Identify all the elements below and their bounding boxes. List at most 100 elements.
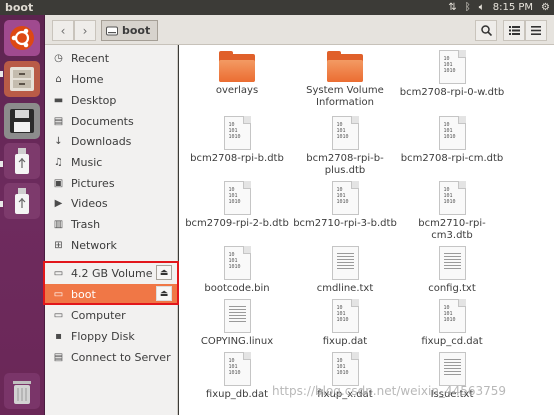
clock-icon: ◷: [54, 52, 63, 64]
music-note-icon: ♫: [54, 156, 63, 168]
sidebar-item-desktop[interactable]: ▬ Desktop: [45, 90, 178, 110]
pictures-icon: ▣: [53, 177, 64, 189]
sidebar-item-music[interactable]: ♫ Music: [45, 152, 178, 172]
file-name: bcm2708-rpi-b.dtb: [190, 153, 284, 164]
menu-button[interactable]: [525, 20, 547, 41]
file-item[interactable]: COPYING.linux: [183, 299, 291, 348]
gear-icon[interactable]: ⚙: [541, 0, 550, 15]
sidebar-item-connect-server[interactable]: ▤ Connect to Server: [45, 347, 178, 367]
file-item[interactable]: 10 101 1010 bcm2710-rpi-cm3.dtb: [398, 181, 506, 242]
active-indicator: [0, 71, 3, 77]
sidebar-item-label: Pictures: [71, 176, 115, 190]
view-toggle-button[interactable]: [503, 20, 525, 41]
drive-icon: [106, 26, 118, 35]
file-item[interactable]: config.txt: [398, 246, 506, 295]
sidebar-item-computer[interactable]: ▭ Computer: [45, 305, 178, 325]
sidebar-item-home[interactable]: ⌂ Home: [45, 69, 178, 89]
usb-drive-launcher-1[interactable]: [4, 143, 40, 179]
header-bar: ‹ › boot: [45, 15, 554, 45]
file-name: fixup_cd.dat: [421, 336, 483, 347]
indicator-area: ⇅ ᛒ 🔈︎ 8:15 PM ⚙: [448, 0, 550, 15]
floppy-launcher[interactable]: [4, 103, 40, 139]
ubuntu-logo-icon: [10, 26, 34, 50]
sidebar-item-recent[interactable]: ◷ Recent: [45, 48, 178, 68]
files-launcher[interactable]: [4, 61, 40, 97]
binary-file-icon: 10 101 1010: [223, 352, 251, 386]
binary-file-icon: 10 101 1010: [438, 116, 466, 150]
sidebar-item-label: Computer: [71, 308, 126, 322]
sidebar-item-label: Home: [71, 72, 104, 86]
sidebar-item-label: Floppy Disk: [71, 329, 135, 343]
sidebar-item-label: Recent: [71, 51, 110, 65]
text-file-icon: [438, 352, 466, 386]
search-icon: [480, 25, 492, 36]
server-icon: ▤: [53, 351, 64, 363]
top-panel: boot ⇅ ᛒ 🔈︎ 8:15 PM ⚙: [0, 0, 554, 15]
trash-icon: [13, 381, 31, 404]
file-name: COPYING.linux: [200, 336, 274, 347]
file-item[interactable]: 10 101 1010 bootcode.bin: [183, 246, 291, 295]
file-name: bcm2708-rpi-cm.dtb: [400, 153, 504, 164]
file-name: bcm2710-rpi-cm3.dtb: [418, 218, 486, 241]
usb-drive-icon: [15, 148, 29, 174]
path-bar-button[interactable]: boot: [101, 20, 159, 41]
sidebar: ◷ Recent ⌂ Home ▬ Desktop ▤ Documents ↓ …: [45, 45, 178, 415]
file-item[interactable]: 10 101 1010 bcm2708-rpi-0-w.dtb: [398, 50, 506, 99]
file-item[interactable]: 10 101 1010 bcm2708-rpi-b-plus.dtb: [291, 116, 399, 177]
file-name: bcm2710-rpi-3-b.dtb: [293, 218, 397, 229]
sidebar-item-label: Desktop: [71, 93, 117, 107]
trash-launcher[interactable]: [4, 373, 40, 409]
folder-icon: [327, 51, 363, 82]
binary-file-icon: 10 101 1010: [438, 50, 466, 84]
file-item[interactable]: 10 101 1010 bcm2708-rpi-cm.dtb: [398, 116, 506, 165]
video-icon: ▶: [54, 197, 63, 209]
file-item[interactable]: 10 101 1010 bcm2710-rpi-3-b.dtb: [291, 181, 399, 230]
file-item[interactable]: overlays: [183, 51, 291, 97]
sidebar-item-label: Trash: [71, 217, 101, 231]
sidebar-item-downloads[interactable]: ↓ Downloads: [45, 131, 178, 151]
file-name: bootcode.bin: [204, 283, 270, 294]
file-item[interactable]: 10 101 1010 bcm2709-rpi-2-b.dtb: [183, 181, 291, 230]
sound-icon[interactable]: 🔈︎: [479, 0, 485, 15]
sidebar-item-label: Downloads: [71, 134, 132, 148]
sidebar-item-documents[interactable]: ▤ Documents: [45, 111, 178, 131]
binary-file-icon: 10 101 1010: [331, 352, 359, 386]
home-icon: ⌂: [55, 73, 62, 85]
path-label: boot: [122, 24, 151, 37]
usb-drive-icon: [15, 188, 29, 214]
network-transfer-icon[interactable]: ⇅: [448, 0, 456, 15]
sidebar-item-label: Connect to Server: [71, 350, 171, 364]
sidebar-item-videos[interactable]: ▶ Videos: [45, 193, 178, 213]
file-item[interactable]: 10 101 1010 fixup_cd.dat: [398, 299, 506, 348]
sidebar-item-network[interactable]: ⊞ Network: [45, 235, 178, 255]
desktop-folder-icon: ▬: [53, 94, 64, 106]
sidebar-item-pictures[interactable]: ▣ Pictures: [45, 173, 178, 193]
back-button[interactable]: ‹: [52, 20, 74, 41]
sidebar-item-floppy[interactable]: ▪ Floppy Disk: [45, 326, 178, 346]
binary-file-icon: 10 101 1010: [331, 299, 359, 333]
floppy-icon: [10, 109, 34, 133]
sidebar-item-trash[interactable]: ▥ Trash: [45, 214, 178, 234]
search-button[interactable]: [475, 20, 497, 41]
highlight-annotation: [43, 261, 179, 305]
dash-button[interactable]: [4, 20, 40, 56]
file-item[interactable]: cmdline.txt: [291, 246, 399, 295]
hamburger-icon: [531, 26, 541, 35]
file-grid: overlays System Volume Information 10 101…: [179, 45, 554, 415]
file-name: fixup.dat: [322, 336, 368, 347]
file-name: overlays: [215, 85, 259, 96]
file-item[interactable]: System Volume Information: [291, 51, 399, 109]
sidebar-item-label: Documents: [71, 114, 134, 128]
file-item[interactable]: 10 101 1010 fixup.dat: [291, 299, 399, 348]
usb-drive-launcher-2[interactable]: [4, 183, 40, 219]
file-name: bcm2709-rpi-2-b.dtb: [185, 218, 289, 229]
file-item[interactable]: 10 101 1010 bcm2708-rpi-b.dtb: [183, 116, 291, 165]
file-name: bcm2708-rpi-b-plus.dtb: [306, 153, 384, 176]
computer-icon: ▭: [53, 309, 64, 321]
forward-button[interactable]: ›: [74, 20, 96, 41]
file-name: bcm2708-rpi-0-w.dtb: [399, 87, 505, 98]
clock-text[interactable]: 8:15 PM: [493, 0, 533, 15]
file-cabinet-icon: [10, 67, 34, 91]
bluetooth-icon[interactable]: ᛒ: [465, 0, 471, 15]
floppy-icon: ▪: [55, 330, 62, 342]
